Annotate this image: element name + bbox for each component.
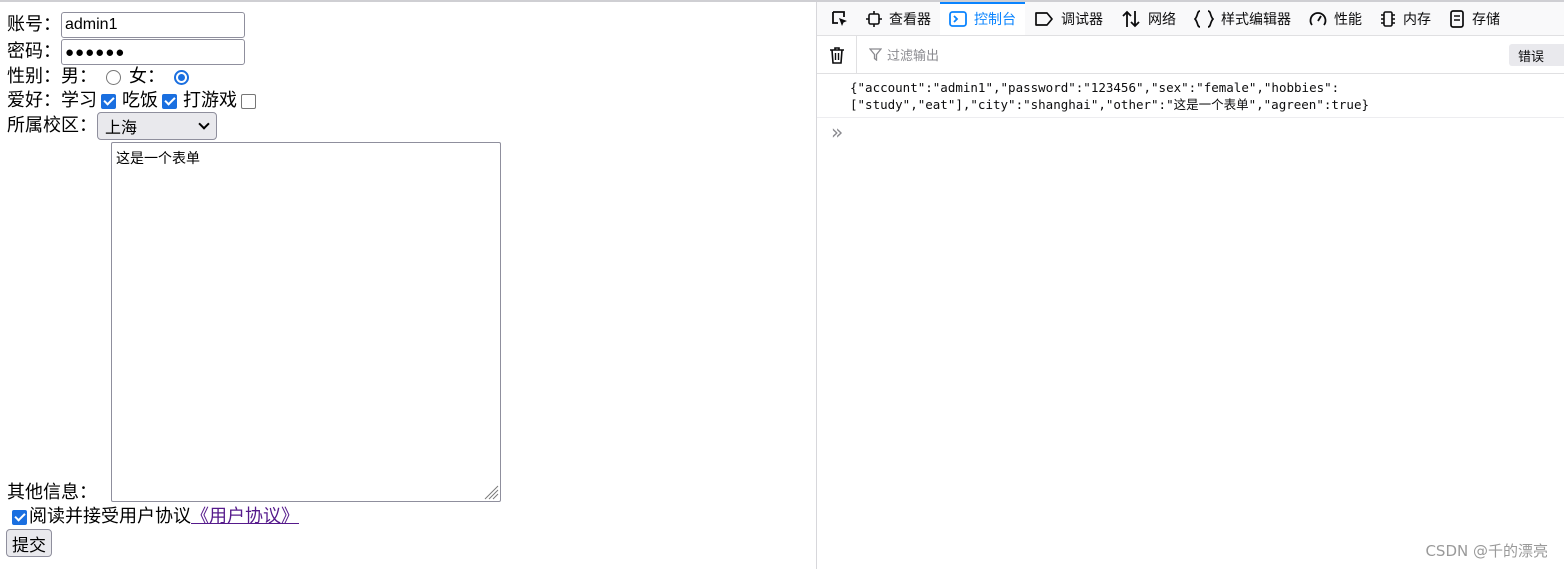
chevron-down-icon (198, 117, 210, 130)
tab-debugger-label: 调试器 (1061, 11, 1103, 28)
campus-select[interactable]: 上海 (97, 112, 217, 140)
password-row: 密码： ●●●●●● (7, 39, 245, 65)
hobby-game-label: 打游戏 (183, 90, 237, 111)
console-filter-bar: 过滤输出 错误 (817, 35, 1564, 74)
account-value: admin1 (65, 16, 118, 33)
account-label: 账号： (7, 14, 61, 35)
hobby-study-checkbox[interactable] (101, 93, 116, 109)
password-input[interactable]: ●●●●●● (61, 39, 245, 65)
tab-storage[interactable]: 存储 (1440, 2, 1509, 35)
tab-console-label: 控制台 (974, 11, 1016, 28)
agreement-link[interactable]: 《用户协议》 (191, 506, 299, 528)
errors-filter-label: 错误 (1518, 49, 1545, 65)
hobby-eat-label: 吃饭 (122, 90, 158, 111)
agree-row: 阅读并接受用户协议 《用户协议》 (8, 506, 299, 528)
password-value: ●●●●●● (65, 43, 126, 61)
tab-storage-label: 存储 (1472, 11, 1500, 28)
male-label: 男： (61, 66, 97, 87)
tab-performance-label: 性能 (1334, 11, 1362, 28)
element-picker-button[interactable] (823, 2, 857, 35)
tab-performance[interactable]: 性能 (1300, 2, 1371, 35)
console-filter-placeholder: 过滤输出 (887, 49, 940, 64)
female-label: 女： (129, 66, 165, 87)
other-info-value: 这是一个表单 (116, 151, 200, 167)
filter-icon (869, 48, 882, 61)
other-info-row: 其他信息： (7, 482, 97, 504)
style-editor-icon (1194, 9, 1214, 28)
male-radio[interactable] (106, 69, 121, 85)
female-radio[interactable] (174, 69, 189, 85)
account-row: 账号： admin1 (7, 12, 245, 38)
console-filter-input[interactable]: 过滤输出 (857, 45, 939, 64)
hobby-label: 爱好： (7, 90, 61, 111)
hobby-game-checkbox[interactable] (241, 93, 256, 109)
tab-memory[interactable]: 内存 (1371, 2, 1440, 35)
console-prompt-icon[interactable]: » (831, 120, 843, 144)
tab-network[interactable]: 网络 (1112, 2, 1185, 35)
other-info-label: 其他信息： (7, 482, 97, 503)
form-page: 账号： admin1 密码： ●●●●●● 性别： 男： 女： 爱好： 学习 吃… (0, 2, 816, 569)
console-icon (949, 10, 967, 27)
trash-icon (829, 46, 844, 64)
hobby-row: 爱好： 学习 吃饭 打游戏 (7, 90, 262, 112)
password-label: 密码： (7, 41, 61, 62)
memory-icon (1381, 10, 1395, 27)
debugger-icon (1035, 11, 1053, 26)
submit-button[interactable]: 提交 (6, 529, 52, 557)
sex-label: 性别： (7, 66, 61, 87)
network-icon (1122, 10, 1140, 27)
tab-style-editor-label: 样式编辑器 (1221, 11, 1291, 28)
storage-icon (1450, 9, 1464, 28)
devtools-toolbar: 查看器 控制台 调试器 网络 样式编辑器 性能 内存 存储 (817, 2, 1564, 36)
tab-inspector[interactable]: 查看器 (857, 2, 940, 35)
campus-label: 所属校区： (7, 115, 97, 136)
tab-style-editor[interactable]: 样式编辑器 (1185, 2, 1300, 35)
performance-icon (1309, 11, 1327, 26)
campus-value: 上海 (105, 120, 138, 137)
tab-debugger[interactable]: 调试器 (1025, 2, 1112, 35)
console-message-line: ["study","eat"],"city":"shanghai","other… (850, 97, 1370, 112)
sex-row: 性别： 男： 女： (7, 66, 197, 88)
tab-inspector-label: 查看器 (889, 11, 931, 28)
element-picker-icon (832, 10, 847, 26)
devtools-panel: 查看器 控制台 调试器 网络 样式编辑器 性能 内存 存储 过滤输出 错误 {"… (816, 2, 1564, 569)
account-input[interactable]: admin1 (61, 12, 245, 38)
tab-memory-label: 内存 (1403, 11, 1431, 28)
other-info-textarea[interactable]: 这是一个表单 (111, 142, 501, 502)
errors-filter-button[interactable]: 错误 (1509, 44, 1564, 66)
tab-network-label: 网络 (1148, 11, 1176, 28)
hobby-study-label: 学习 (61, 90, 97, 111)
agree-checkbox[interactable] (12, 509, 27, 525)
hobby-eat-checkbox[interactable] (162, 93, 177, 109)
clear-console-button[interactable] (817, 35, 857, 74)
watermark: CSDN @千的漂亮 (1425, 542, 1548, 560)
campus-row: 所属校区： 上海 (7, 112, 217, 140)
inspector-icon (866, 10, 882, 27)
agree-text: 阅读并接受用户协议 (29, 506, 191, 527)
console-message: {"account":"admin1","password":"123456",… (817, 74, 1564, 118)
tab-console[interactable]: 控制台 (940, 2, 1025, 35)
console-message-line: {"account":"admin1","password":"123456",… (850, 80, 1340, 95)
resize-grip-icon[interactable] (481, 482, 499, 500)
